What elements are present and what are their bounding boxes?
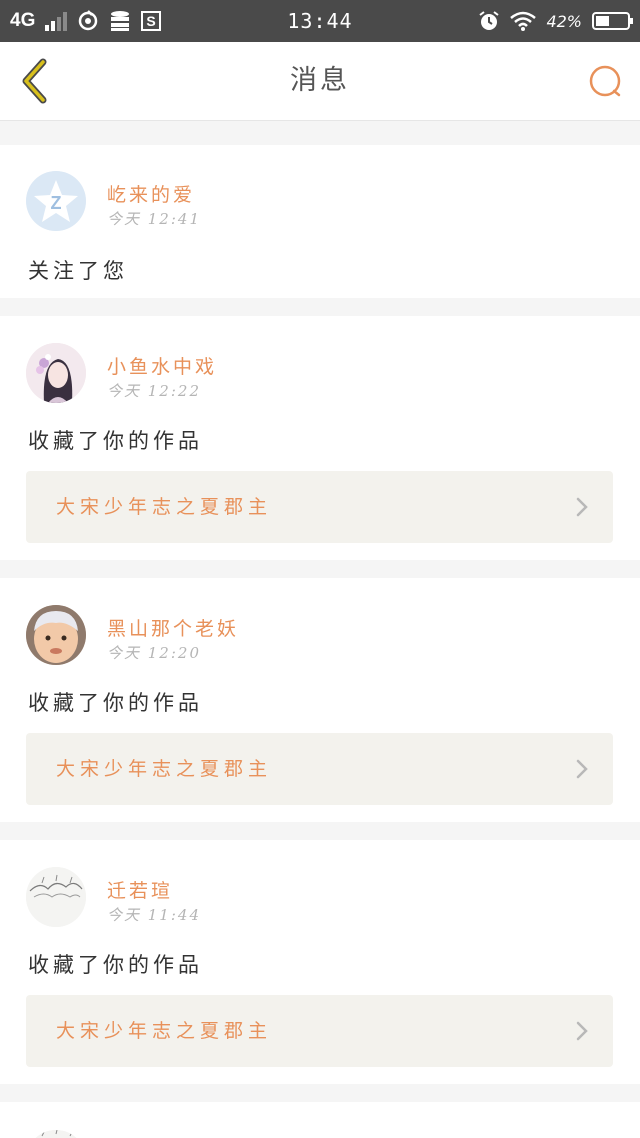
status-bar: 4G S 13:44 42% xyxy=(0,0,640,42)
work-title: 大宋少年志之夏郡主 xyxy=(56,496,273,518)
username[interactable]: 小鱼水中戏 xyxy=(107,352,217,379)
message-text: 收藏了你的作品 xyxy=(28,429,203,453)
work-link[interactable]: 大宋少年志之夏郡主 xyxy=(26,471,613,543)
message-list[interactable]: Z 屹来的爱 今天 12:41 关注了您 小鱼水中戏 今天 12:22 收藏了你… xyxy=(0,121,640,1138)
user-avatar-icon xyxy=(26,605,86,665)
message-text: 收藏了你的作品 xyxy=(28,691,203,715)
message-text: 收藏了你的作品 xyxy=(28,953,203,977)
svg-text:Z: Z xyxy=(51,193,62,213)
alarm-icon xyxy=(479,11,500,30)
username[interactable]: 屹来的爱 xyxy=(107,180,195,207)
username[interactable]: 迁若瑄 xyxy=(107,876,173,903)
search-icon xyxy=(589,65,621,97)
message-text: 关注了您 xyxy=(28,259,128,283)
battery-fill xyxy=(596,16,609,26)
avatar[interactable] xyxy=(26,343,86,403)
message-time: 今天 12:20 xyxy=(107,644,201,662)
message-time: 今天 11:44 xyxy=(107,906,201,924)
user-avatar-icon xyxy=(26,1130,86,1138)
default-avatar-icon: Z xyxy=(26,171,86,231)
message-card[interactable] xyxy=(0,1102,640,1138)
message-time: 今天 12:41 xyxy=(107,210,201,228)
chevron-right-icon xyxy=(576,759,588,779)
message-card[interactable]: 迁若瑄 今天 11:44 收藏了你的作品 大宋少年志之夏郡主 xyxy=(0,840,640,1084)
work-title: 大宋少年志之夏郡主 xyxy=(56,1020,273,1042)
status-right: 42% xyxy=(478,0,633,42)
avatar[interactable] xyxy=(26,605,86,665)
avatar[interactable] xyxy=(26,1130,86,1138)
chevron-right-icon xyxy=(576,1021,588,1041)
wifi-icon xyxy=(510,11,537,31)
message-time: 今天 12:22 xyxy=(107,382,201,400)
user-avatar-icon xyxy=(26,867,86,927)
message-card[interactable]: Z 屹来的爱 今天 12:41 关注了您 xyxy=(0,145,640,298)
battery-percent: 42% xyxy=(546,11,582,31)
nav-bar: 消息 xyxy=(0,42,640,121)
message-card[interactable]: 黑山那个老妖 今天 12:20 收藏了你的作品 大宋少年志之夏郡主 xyxy=(0,578,640,822)
work-title: 大宋少年志之夏郡主 xyxy=(56,758,273,780)
avatar[interactable]: Z xyxy=(26,171,86,231)
page-title: 消息 xyxy=(290,65,350,96)
battery-icon xyxy=(592,12,633,30)
avatar[interactable] xyxy=(26,867,86,927)
work-link[interactable]: 大宋少年志之夏郡主 xyxy=(26,995,613,1067)
message-card[interactable]: 小鱼水中戏 今天 12:22 收藏了你的作品 大宋少年志之夏郡主 xyxy=(0,316,640,560)
chevron-right-icon xyxy=(576,497,588,517)
work-link[interactable]: 大宋少年志之夏郡主 xyxy=(26,733,613,805)
username[interactable]: 黑山那个老妖 xyxy=(107,614,239,641)
search-button[interactable] xyxy=(586,62,626,102)
user-avatar-icon xyxy=(26,343,86,403)
